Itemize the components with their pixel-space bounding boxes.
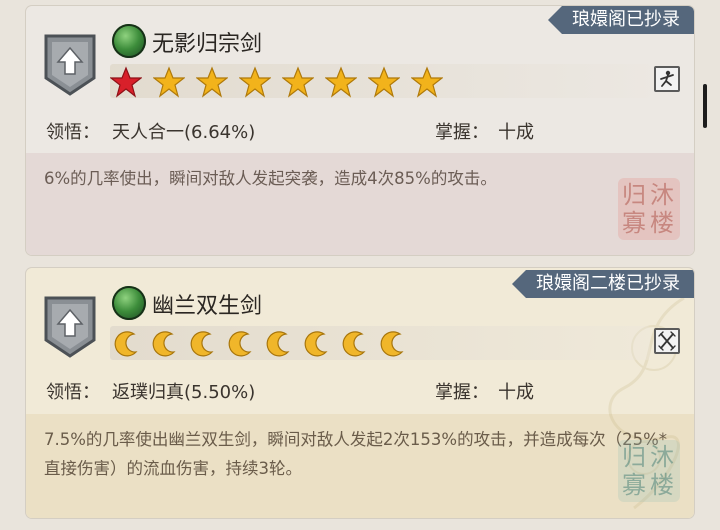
- skill-description: 7.5%的几率使出幽兰双生剑，瞬间对敌人发起2次153%的攻击，并造成每次（25…: [44, 430, 668, 478]
- star-icon: [282, 66, 314, 98]
- mastery-label: 掌握：: [435, 382, 489, 403]
- moon-icon: [114, 331, 138, 357]
- sword-skill-icon: [112, 24, 146, 58]
- moon-icon: [304, 331, 328, 357]
- skill-card-2[interactable]: 琅嬛阁二楼已抄录 幽兰双生剑 领悟： 返璞归真(5.50%) 掌握： 十成 7.…: [26, 268, 694, 518]
- seal-glyph: 归: [622, 181, 648, 209]
- skill-name: 幽兰双生剑: [152, 294, 263, 319]
- moon-icon: [152, 331, 176, 357]
- star-red-icon: [110, 66, 142, 98]
- star-rating: [110, 64, 650, 98]
- moon-icon: [342, 331, 366, 357]
- seal-stamp: 归沐寡楼: [618, 178, 680, 240]
- upgrade-badge-icon[interactable]: [42, 32, 98, 96]
- star-icon: [411, 66, 443, 98]
- mastery-value: 十成: [498, 382, 534, 403]
- seal-stamp: 归沐寡楼: [618, 440, 680, 502]
- seal-glyph: 寡: [622, 209, 648, 237]
- sword-skill-icon: [112, 286, 146, 320]
- seal-glyph: 沐: [650, 443, 676, 471]
- martial-stance-icon[interactable]: [654, 66, 680, 92]
- insight-label: 领悟：: [46, 122, 100, 143]
- star-icon: [368, 66, 400, 98]
- seal-glyph: 归: [622, 443, 648, 471]
- skill-card-1[interactable]: 琅嬛阁已抄录 无影归宗剑 领悟： 天人合一(6.64%) 掌握： 十成 6%的几…: [26, 6, 694, 255]
- copied-ribbon: 琅嬛阁二楼已抄录: [512, 270, 694, 298]
- moon-icon: [228, 331, 252, 357]
- copied-ribbon: 琅嬛阁已抄录: [548, 6, 694, 34]
- seal-glyph: 沐: [650, 181, 676, 209]
- star-icon: [239, 66, 271, 98]
- insight-value: 返璞归真(5.50%): [112, 382, 256, 403]
- crossed-swords-icon[interactable]: [654, 328, 680, 354]
- moon-icon: [266, 331, 290, 357]
- star-icon: [196, 66, 228, 98]
- seal-glyph: 楼: [650, 209, 676, 237]
- moon-icon: [380, 331, 404, 357]
- seal-glyph: 楼: [650, 471, 676, 499]
- insight-value: 天人合一(6.64%): [112, 122, 256, 143]
- moon-rating: [110, 326, 650, 360]
- upgrade-badge-icon[interactable]: [42, 294, 98, 358]
- mastery-label: 掌握：: [435, 122, 489, 143]
- seal-glyph: 寡: [622, 471, 648, 499]
- star-icon: [325, 66, 357, 98]
- insight-label: 领悟：: [46, 382, 100, 403]
- mastery-value: 十成: [498, 122, 534, 143]
- skill-description: 6%的几率使出，瞬间对敌人发起突袭，造成4次85%的攻击。: [44, 169, 497, 188]
- moon-icon: [190, 331, 214, 357]
- star-icon: [153, 66, 185, 98]
- scrollbar[interactable]: [703, 84, 707, 128]
- skill-name: 无影归宗剑: [152, 32, 263, 57]
